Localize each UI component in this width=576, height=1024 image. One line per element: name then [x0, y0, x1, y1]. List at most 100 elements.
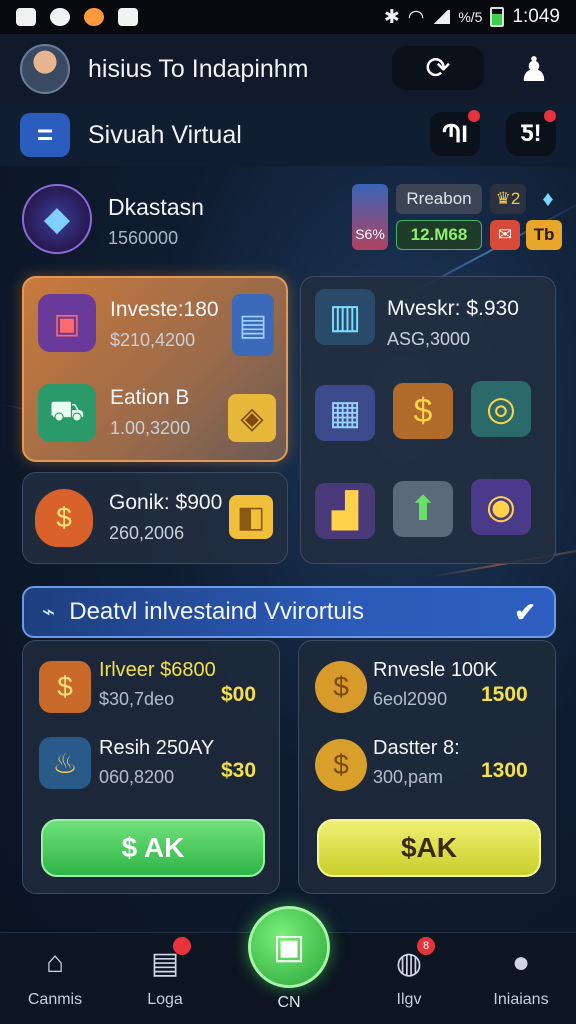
nav-label: Loga — [147, 991, 183, 1008]
profile-value: 1560000 — [108, 228, 179, 248]
collect-button-right-label: $AK — [400, 832, 457, 863]
swoosh-icon: ⌁ — [42, 599, 56, 624]
profile-button[interactable]: ♟ — [512, 48, 556, 92]
card-left-row1-amount: $00 — [221, 683, 257, 706]
assets-panel[interactable]: ▥ Mveskr: $.930 ASG,3000 ▦ $ ◎ ▟ ⬆ ◉ — [300, 276, 556, 564]
coin-icon: $ — [315, 739, 367, 791]
nav-label: Canmis — [27, 991, 83, 1008]
invest-card-left: $ Irlveer $6800 $30,7deo $00 ♨ Resih 250… — [22, 640, 280, 894]
check-icon: ✔ — [514, 596, 536, 627]
card-left-row1-label: Irlveer $6800 — [99, 659, 216, 681]
money-chip[interactable]: 12.M68 — [396, 220, 482, 250]
station-label: Eation B — [110, 386, 190, 409]
user-header: hisius To Indapinhm ⟳ ♟ — [0, 34, 576, 104]
station-value: 1.00,3200 — [110, 418, 191, 438]
notification-dot — [468, 110, 480, 122]
card-right-row1-amount: 1500 — [481, 683, 528, 706]
vault-icon[interactable]: ⬆ — [393, 481, 453, 537]
notification-dot — [173, 937, 191, 955]
profile-name: Dkastasn — [108, 194, 204, 220]
center-action-button[interactable]: ▣ — [248, 906, 330, 988]
server-icon: ▤ — [232, 294, 274, 356]
calendar-icon — [118, 8, 138, 26]
card-right-row1-label: Rnvesle 100K — [373, 659, 498, 681]
nav-label: Ilgv — [396, 991, 422, 1008]
section-banner[interactable]: ⌁ Deatvl inlvestaind Vvirortuis ✔ — [22, 586, 556, 638]
data-center-icon[interactable]: ▦ — [315, 385, 375, 441]
cube-icon: ◧ — [229, 495, 273, 539]
document-icon: ▣ — [272, 928, 306, 966]
stats-button-label: ՊI — [442, 120, 468, 148]
username: hisius To Indapinhm — [88, 54, 309, 83]
chat-icon[interactable]: ✉ — [490, 220, 520, 250]
investment-label: Investe:180 — [110, 298, 219, 321]
level-gem-icon[interactable]: ◆ — [22, 184, 92, 254]
trophy-icon: ♛ — [495, 189, 511, 208]
invest-card-right: $ Rnvesle 100K 6eol2090 1500 $ Dastter 8… — [298, 640, 556, 894]
shield-icon: $ — [35, 489, 93, 547]
center-action-label: CN — [277, 994, 301, 1011]
nav-item-home[interactable]: ⌂ Canmis — [10, 943, 100, 1009]
menu-button[interactable]: = — [20, 113, 70, 157]
treasure-icon[interactable]: ◉ — [471, 479, 531, 535]
investment-value: $210,4200 — [110, 330, 196, 350]
money-chip-value: 12.M68 — [410, 225, 468, 244]
card-right-row2-amount: 1300 — [481, 759, 528, 782]
stats-button[interactable]: ՊI — [430, 110, 480, 156]
collect-button-left-label: $ AK — [121, 832, 185, 863]
gold-chip[interactable]: ♛ 2 — [490, 184, 526, 214]
camera-icon — [50, 8, 70, 26]
workstation-icon: ▥ — [315, 289, 375, 345]
coin-stack-icon[interactable]: $ — [393, 383, 453, 439]
bluetooth-icon: ✱ — [383, 6, 400, 28]
factory-icon[interactable]: ▟ — [315, 483, 375, 539]
currency-button-label: Ƽ! — [520, 120, 542, 147]
home-icon: ⌂ — [45, 946, 65, 979]
bonus-chip[interactable]: S6% — [352, 184, 388, 250]
diamond-icon[interactable]: ♦ — [534, 184, 562, 214]
user-icon: ♟ — [518, 51, 550, 89]
banner-text: Deatvl inlvestaind Vvirortuis — [69, 598, 365, 625]
investment-panel[interactable]: ▣ Investe:180 $210,4200 ▤ ⛟ Eation B 1.0… — [22, 276, 288, 462]
nav-label: Iniaians — [493, 991, 549, 1008]
building-icon: ▣ — [38, 294, 96, 352]
battery-icon — [490, 7, 505, 27]
refresh-icon: ⟳ — [425, 51, 451, 85]
card-left-row2-label: Resih 250AY — [99, 737, 215, 759]
currency-button[interactable]: Ƽ! — [506, 110, 556, 156]
card-left-row1-sub: $30,7deo — [99, 689, 175, 709]
card-right-row1-sub: 6eol2090 — [373, 689, 448, 709]
nav-item-store[interactable]: ▤ Loga — [120, 937, 210, 1009]
gold-value: 260,2006 — [109, 523, 185, 543]
coin-pile-icon[interactable]: ◎ — [471, 381, 531, 437]
collect-button-right[interactable]: $AK — [317, 819, 541, 877]
safe-icon: $ — [39, 661, 91, 713]
refresh-button[interactable]: ⟳ — [392, 46, 484, 90]
notification-badge: 8 — [417, 937, 435, 955]
card-left-row2-amount: $30 — [221, 759, 257, 782]
wifi-icon: ◠ — [407, 6, 425, 28]
lightbulb-icon: ♨ — [39, 737, 91, 789]
menu-icon: = — [36, 119, 54, 150]
box-icon: ◈ — [228, 394, 276, 442]
user-icon: ● — [511, 946, 531, 979]
card-right-row2-label: Dastter 8: — [373, 737, 460, 759]
title-bar: = Sivuah Virtual ՊI Ƽ! — [0, 104, 576, 166]
status-bar: ✱ ◠ %/5 1:049 — [0, 0, 576, 34]
card-left-row2-sub: 060,8200 — [99, 767, 175, 787]
gold-chip-value: 2 — [510, 189, 521, 208]
battery-percent: %/5 — [458, 9, 483, 25]
assets-label: Mveskr: $.930 — [387, 297, 519, 320]
rank-chip-label: Rreabon — [406, 189, 472, 208]
gold-panel[interactable]: $ Gonik: $900 260,2006 ◧ — [22, 472, 288, 564]
profile-summary: ◆ Dkastasn 1560000 S6% Rreabon ♛ 2 ♦ 12.… — [22, 182, 562, 258]
avatar[interactable] — [20, 44, 70, 94]
collect-button-left[interactable]: $ AK — [41, 819, 265, 877]
page-title: Sivuah Virtual — [88, 120, 242, 149]
cart-icon: ⛟ — [38, 384, 96, 442]
nav-item-profile[interactable]: ● Iniaians — [476, 943, 566, 1009]
card-right-row2-sub: 300,pam — [373, 767, 444, 787]
badge-chip[interactable]: Tb — [526, 220, 562, 250]
nav-item-gift[interactable]: ◍ 8 Ilgv — [364, 937, 454, 1009]
rank-chip[interactable]: Rreabon — [396, 184, 482, 214]
